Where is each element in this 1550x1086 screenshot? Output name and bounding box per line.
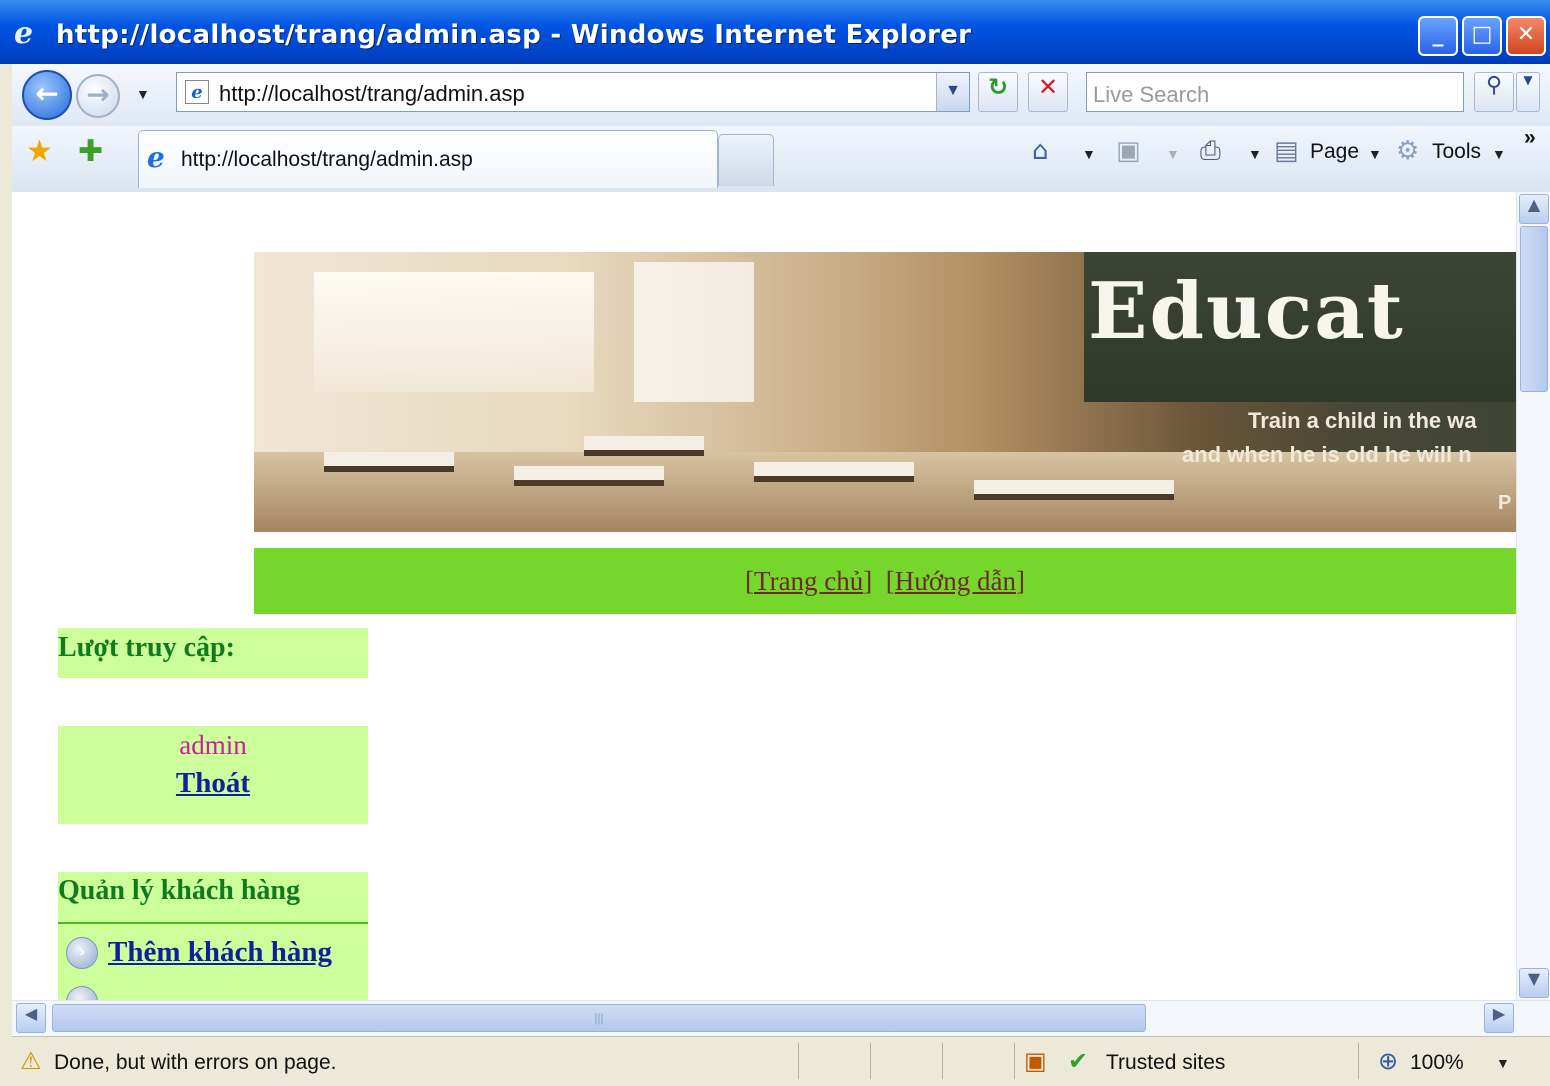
feeds-icon[interactable]: ▣ [1116,136,1141,166]
user-box: admin Thoát [58,726,368,824]
list-item[interactable]: › Thêm khách hàng [66,936,332,969]
close-button[interactable]: ✕ [1506,16,1546,56]
tab-label: http://localhost/trang/admin.asp [181,148,473,171]
scroll-right-button[interactable]: ▶ [1484,1003,1514,1033]
search-box[interactable]: Live Search [1086,72,1464,112]
menu-home-link[interactable]: Trang chủ [754,566,863,596]
status-divider [942,1043,943,1079]
status-divider [870,1043,871,1079]
banner-desk [324,452,454,472]
status-divider [1014,1043,1015,1079]
banner-window-light [314,272,594,392]
username: admin [179,730,247,760]
warning-icon[interactable]: ⚠ [20,1047,42,1075]
page-content: Educat Train a child in the wa and when … [12,192,1516,1000]
banner-desk [974,480,1174,500]
page-dropdown-icon[interactable]: ▼ [1368,146,1382,162]
history-dropdown-icon[interactable]: ▼ [136,86,150,102]
feeds-dropdown-icon[interactable]: ▼ [1166,146,1180,162]
window-title: http://localhost/trang/admin.asp - Windo… [56,20,972,50]
status-divider [1358,1043,1359,1079]
popup-blocked-icon[interactable]: ▣ [1024,1047,1047,1075]
add-favorites-icon[interactable]: ✚ [78,134,103,169]
section-title: Quản lý khách hàng [58,872,368,924]
print-dropdown-icon[interactable]: ▼ [1248,146,1262,162]
zoom-level[interactable]: 100% [1410,1051,1464,1075]
ie-logo-icon: e [14,16,34,51]
status-message: Done, but with errors on page. [54,1051,337,1074]
toolbar-overflow-icon[interactable]: » [1524,126,1536,150]
search-icon[interactable]: ⚲ [1474,72,1514,112]
horizontal-scroll-thumb[interactable]: ||| [52,1004,1146,1032]
scroll-down-button[interactable]: ▼ [1519,968,1549,998]
menu-bracket: ] [863,566,873,596]
new-tab-button[interactable] [718,134,774,186]
banner-quote-line-1: Train a child in the wa [1248,408,1477,433]
banner-window-light-2 [634,262,754,402]
logout-link[interactable]: Thoát [58,767,368,800]
minimize-button[interactable]: _ [1418,16,1458,56]
banner-image: Educat Train a child in the wa and when … [254,252,1516,532]
horizontal-scrollbar[interactable]: ◀ ||| ▶ [12,1000,1550,1037]
arrow-bullet-icon [66,986,98,1000]
visits-label: Lượt truy cập: [58,632,235,663]
menu-bracket: [ [885,566,895,596]
scroll-up-button[interactable]: ▲ [1519,194,1549,224]
address-input[interactable]: http://localhost/trang/admin.asp [219,81,525,107]
print-icon[interactable]: ⎙ [1200,136,1221,167]
browser-window: e http://localhost/trang/admin.asp - Win… [0,0,1550,1086]
title-bar[interactable]: e http://localhost/trang/admin.asp - Win… [0,0,1550,64]
forward-button[interactable]: → [76,74,120,118]
address-bar[interactable]: e http://localhost/trang/admin.asp ▼ [176,72,970,112]
banner-quote-line-3: P [1498,492,1512,514]
address-dropdown-icon[interactable]: ▼ [936,73,969,111]
gear-icon[interactable]: ⚙ [1396,136,1419,166]
visits-box: Lượt truy cập: [58,628,368,678]
search-options-dropdown-icon[interactable]: ▼ [1516,72,1540,112]
menu-bracket: ] [1015,566,1025,596]
tools-dropdown-icon[interactable]: ▼ [1492,146,1506,162]
scroll-left-button[interactable]: ◀ [16,1003,46,1033]
back-button[interactable]: ← [22,70,72,120]
ie-tab-icon: e [147,141,165,174]
stop-button[interactable]: ✕ [1028,72,1068,112]
page-menu-icon[interactable]: ▤ [1274,136,1299,166]
tab-bar: ★ ✚ e http://localhost/trang/admin.asp ⌂… [12,126,1550,194]
arrow-bullet-icon: › [66,936,98,969]
tab-admin[interactable]: e http://localhost/trang/admin.asp [138,130,718,188]
status-divider [798,1043,799,1079]
page-menu-button[interactable]: Page [1310,140,1359,164]
favorites-star-icon[interactable]: ★ [26,134,53,169]
banner-desk [754,462,914,482]
banner-title: Educat [1088,266,1405,357]
vertical-scroll-thumb[interactable] [1520,226,1548,392]
home-dropdown-icon[interactable]: ▼ [1082,146,1096,162]
security-zone[interactable]: Trusted sites [1106,1051,1225,1075]
page-icon: e [185,80,209,104]
search-input[interactable]: Live Search [1093,82,1209,108]
checkmark-icon: ✔ [1068,1047,1089,1075]
zoom-icon[interactable]: ⊕ [1378,1047,1398,1075]
maximize-button[interactable]: □ [1462,16,1502,56]
refresh-button[interactable]: ↻ [978,72,1018,112]
main-menu: [Trang chủ] [Hướng dẫn] [254,548,1516,614]
vertical-scrollbar[interactable]: ▲ ▼ [1516,192,1550,1000]
zoom-dropdown-icon[interactable]: ▼ [1496,1055,1510,1071]
banner-desk [584,436,704,456]
navigation-bar: ← → ▼ e http://localhost/trang/admin.asp… [12,64,1550,127]
status-bar: ⚠ Done, but with errors on page. ▣ ✔ Tru… [12,1036,1550,1086]
tools-menu-button[interactable]: Tools [1432,140,1481,164]
menu-guide-link[interactable]: Hướng dẫn [895,566,1016,596]
home-icon[interactable]: ⌂ [1032,136,1049,166]
menu-bracket: [ [745,566,755,596]
banner-quote-line-2: and when he is old he will n [1182,442,1472,467]
customer-management-box: Quản lý khách hàng › Thêm khách hàng [58,872,368,1000]
add-customer-link[interactable]: Thêm khách hàng [108,936,332,968]
banner-desk [514,466,664,486]
